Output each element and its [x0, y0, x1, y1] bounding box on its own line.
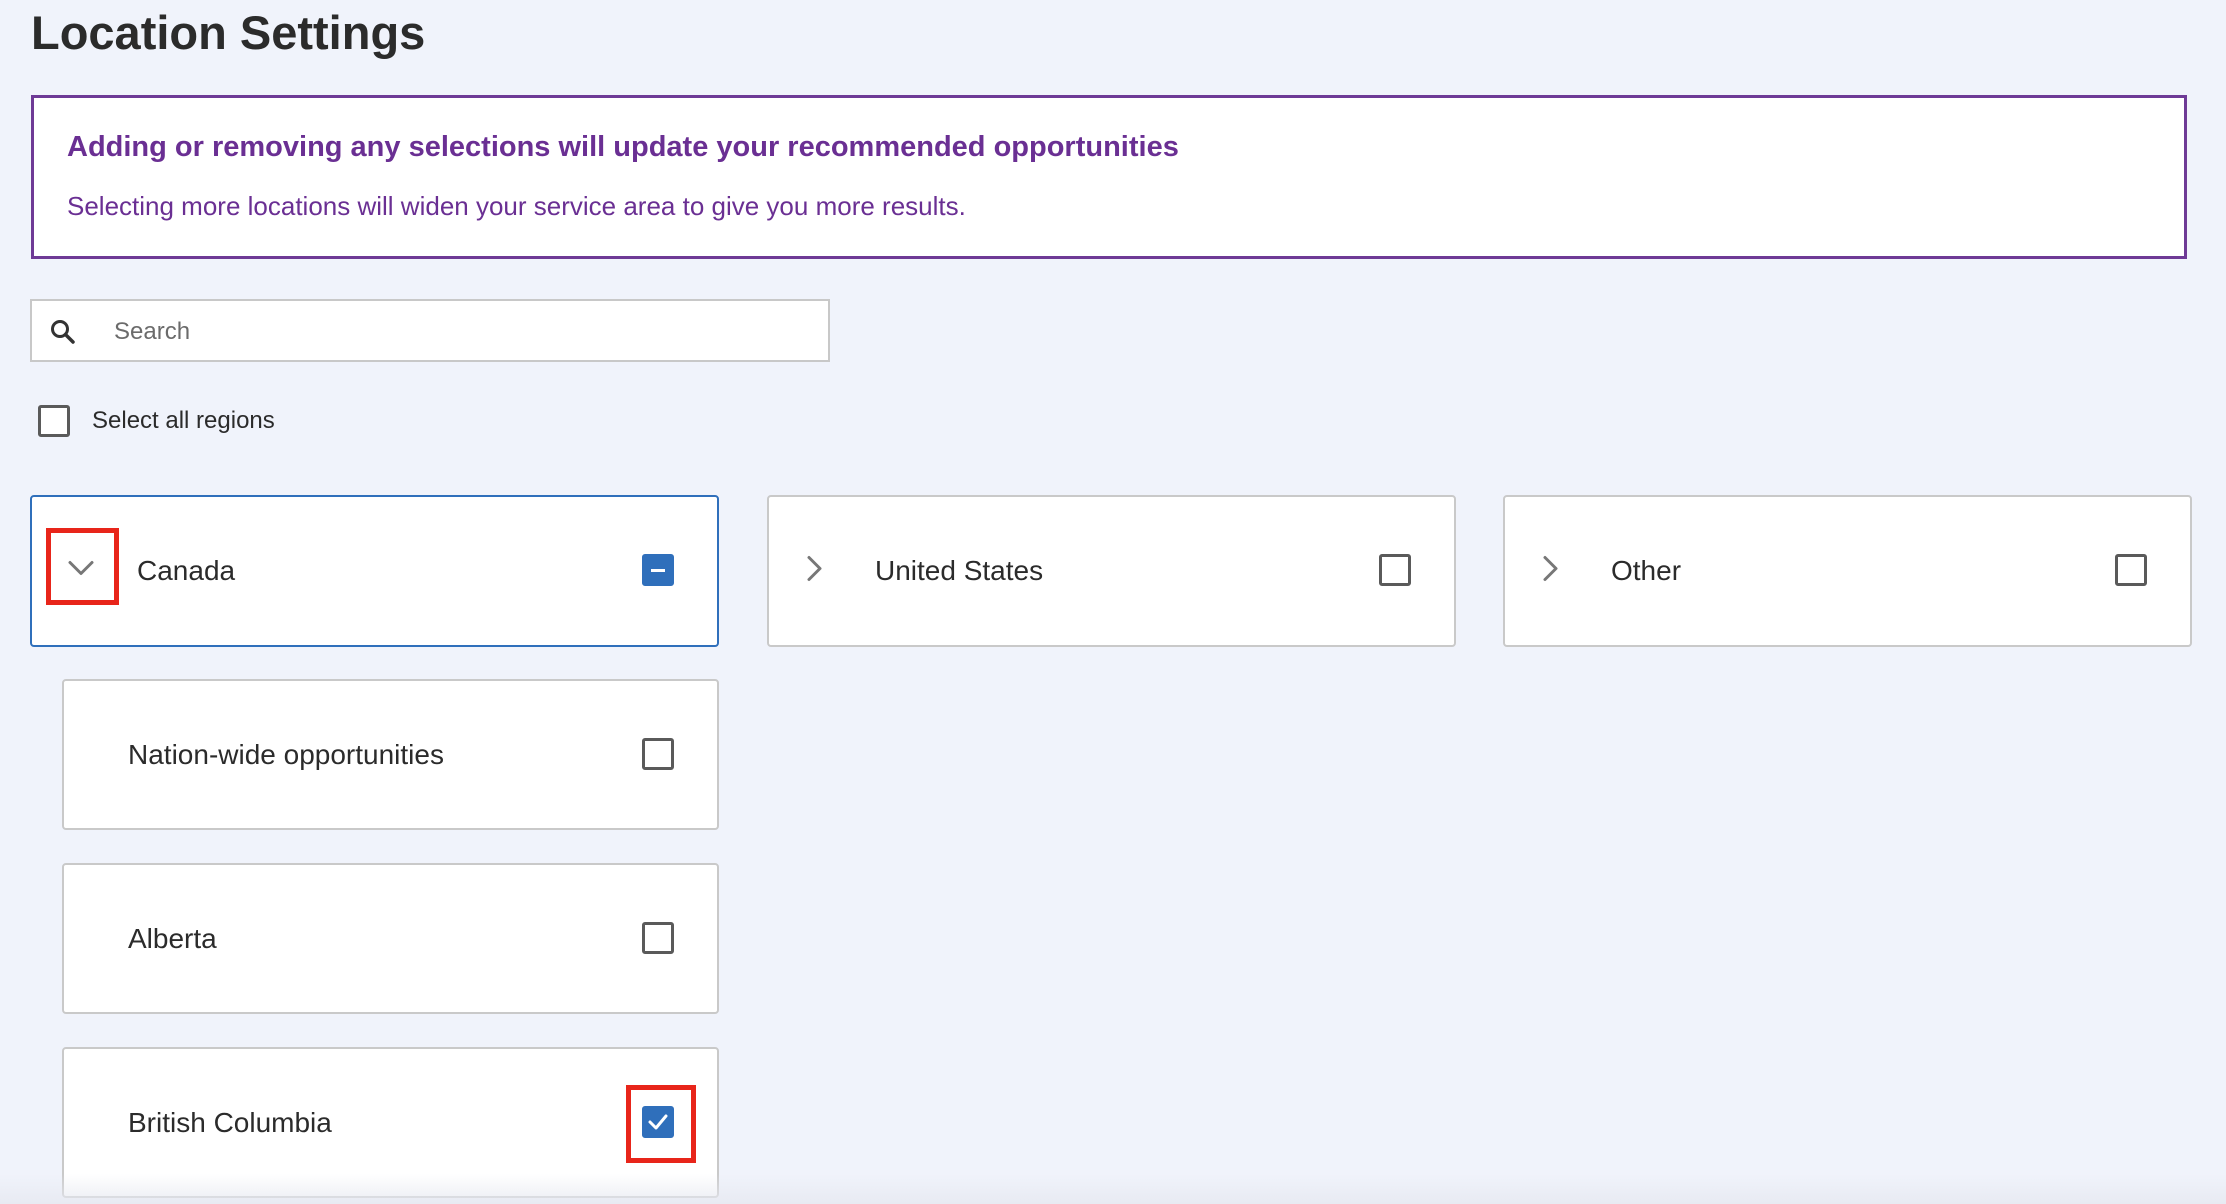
region-label-united-states: United States [875, 555, 1044, 586]
region-checkbox-united-states[interactable] [1379, 554, 1411, 586]
region-card-canada[interactable]: Canada [30, 495, 719, 647]
region-label-canada: Canada [137, 555, 236, 586]
subregion-checkbox-british-columbia[interactable] [642, 1105, 674, 1138]
banner-text: Selecting more locations will widen your… [67, 191, 966, 221]
check-icon [648, 1114, 668, 1129]
chevron-down-icon[interactable] [66, 559, 96, 584]
page-title: Location Settings [31, 6, 426, 59]
search-icon [49, 318, 77, 351]
subregion-label: British Columbia [128, 1106, 332, 1138]
banner-heading: Adding or removing any selections will u… [67, 131, 1179, 163]
subregion-card-nation-wide[interactable]: Nation-wide opportunities [62, 679, 719, 830]
minus-icon [651, 569, 665, 572]
chevron-right-icon[interactable] [1541, 554, 1561, 589]
info-banner: Adding or removing any selections will u… [31, 95, 2187, 259]
region-card-other[interactable]: Other [1503, 495, 2192, 647]
select-all-row[interactable]: Select all regions [38, 402, 275, 440]
subregion-checkbox-alberta[interactable] [642, 921, 674, 954]
subregion-label: Alberta [128, 922, 217, 954]
region-card-united-states[interactable]: United States [767, 495, 1456, 647]
region-checkbox-canada[interactable] [642, 554, 674, 586]
region-checkbox-other[interactable] [2115, 554, 2147, 586]
region-label-other: Other [1611, 555, 1682, 586]
subregion-card-alberta[interactable]: Alberta [62, 863, 719, 1014]
select-all-checkbox[interactable] [38, 405, 70, 437]
chevron-right-icon[interactable] [805, 554, 825, 589]
subregion-label: Nation-wide opportunities [128, 738, 444, 770]
subregion-checkbox-nation-wide[interactable] [642, 737, 674, 770]
search-box[interactable] [30, 299, 830, 362]
subregion-card-british-columbia[interactable]: British Columbia [62, 1047, 719, 1198]
select-all-label: Select all regions [92, 407, 275, 434]
search-input[interactable] [112, 309, 816, 355]
